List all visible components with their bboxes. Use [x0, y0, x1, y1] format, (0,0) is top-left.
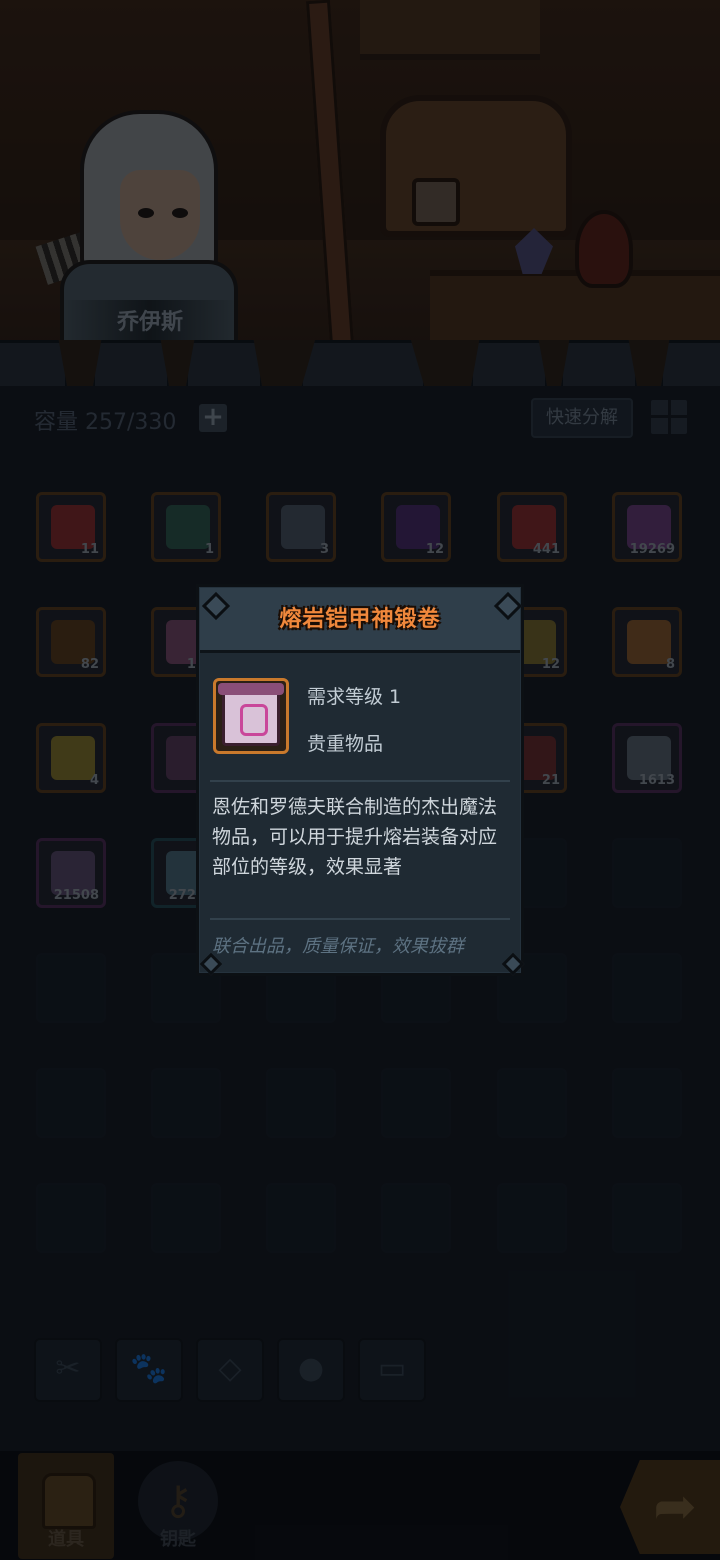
item-count: 8 — [665, 657, 675, 672]
inventory-slot[interactable]: 3 — [266, 492, 336, 562]
category-chest-icon[interactable]: ▭ — [358, 1338, 426, 1402]
empty-slot[interactable] — [266, 1068, 336, 1138]
empty-slot[interactable] — [266, 1183, 336, 1253]
empty-slot[interactable] — [612, 1183, 682, 1253]
go-arrow-button[interactable]: ➦ — [620, 1460, 720, 1554]
empty-slot[interactable] — [612, 953, 682, 1023]
empty-slot[interactable] — [612, 1068, 682, 1138]
item-count: 12 — [541, 657, 560, 672]
fence-post — [660, 340, 720, 392]
fence-post — [470, 340, 548, 392]
category-pet-icon[interactable]: 🐾 — [115, 1338, 183, 1402]
expand-capacity-button[interactable]: + — [199, 404, 227, 432]
empty-slot[interactable] — [36, 1183, 106, 1253]
chest-lock-decoration — [412, 178, 460, 226]
potion-decoration — [575, 210, 633, 288]
scroll-roll — [218, 683, 284, 695]
empty-slot[interactable] — [381, 1068, 451, 1138]
tab-items[interactable]: 道具 — [18, 1453, 114, 1559]
item-description: 恩佐和罗德夫联合制造的杰出魔法物品，可以用于提升熔岩装备对应部位的等级，效果显著 — [212, 796, 498, 878]
item-count: 12 — [425, 542, 444, 557]
grid-view-icon[interactable] — [651, 400, 687, 434]
character-face — [120, 170, 200, 260]
inventory-slot[interactable]: 1 — [151, 492, 221, 562]
inventory-slot[interactable]: 1613 — [612, 723, 682, 793]
inventory-slot[interactable]: 11 — [36, 492, 106, 562]
item-flavor-text: 联合出品，质量保证，效果拔群 — [212, 936, 464, 957]
item-count: 1 — [204, 542, 214, 557]
character-name: 乔伊斯 — [116, 310, 183, 335]
empty-slot[interactable] — [612, 838, 682, 908]
empty-slot[interactable] — [151, 1183, 221, 1253]
quick-decompose-button[interactable]: 快速分解 — [531, 398, 633, 438]
item-count: 1613 — [638, 773, 675, 788]
inventory-slot[interactable]: 4 — [36, 723, 106, 793]
shelf — [360, 0, 540, 60]
category-equipment-icon[interactable]: ✂ — [34, 1338, 102, 1402]
fence-post — [0, 340, 68, 392]
empty-slot[interactable] — [497, 1068, 567, 1138]
rune-mark — [240, 704, 268, 736]
green-chest-icon — [166, 505, 210, 549]
item-rarity: 贵重物品 — [307, 733, 384, 755]
item-count: 21508 — [53, 888, 99, 903]
cheese-icon — [51, 736, 95, 780]
fence-post — [560, 340, 638, 392]
backpack-icon — [42, 1473, 96, 1529]
item-count: 4 — [89, 773, 99, 788]
empty-slot[interactable] — [36, 953, 106, 1023]
divider — [210, 780, 510, 782]
tooltip-title: 熔岩铠甲神锻卷 — [279, 607, 441, 632]
character-eye — [172, 208, 188, 218]
tab-keys-label: 钥匙 — [160, 1529, 196, 1550]
item-count: 3 — [319, 542, 329, 557]
inventory-slot[interactable]: 441 — [497, 492, 567, 562]
empty-slot[interactable] — [151, 1068, 221, 1138]
fence-post — [185, 340, 263, 392]
empty-slot[interactable] — [36, 1068, 106, 1138]
item-count: 11 — [80, 542, 99, 557]
item-count: 82 — [80, 657, 99, 672]
capacity-label: 容量 257/330 — [34, 410, 177, 435]
tab-keys[interactable]: ⚷ 钥匙 — [130, 1453, 226, 1559]
required-level: 需求等级 1 — [307, 686, 402, 708]
inventory-slot[interactable]: 82 — [36, 607, 106, 677]
inventory-slot[interactable]: 21508 — [36, 838, 106, 908]
empty-slot[interactable] — [497, 1183, 567, 1253]
fence-post — [300, 340, 426, 392]
silver-chest-icon — [281, 505, 325, 549]
inventory-slot[interactable]: 19269 — [612, 492, 682, 562]
fence-post — [92, 340, 170, 392]
orange-crystal-icon — [627, 620, 671, 664]
tab-items-label: 道具 — [48, 1529, 84, 1550]
divider — [210, 918, 510, 920]
category-gem-icon[interactable]: ◇ — [196, 1338, 264, 1402]
empty-slot[interactable] — [381, 1183, 451, 1253]
character-eye — [138, 208, 154, 218]
category-material-icon[interactable]: ● — [277, 1338, 345, 1402]
item-count: 441 — [532, 542, 560, 557]
item-count: 19269 — [629, 542, 675, 557]
treasure-chest-decoration — [380, 95, 572, 237]
inventory-slot[interactable]: 8 — [612, 607, 682, 677]
item-count: 21 — [541, 773, 560, 788]
inventory-slot[interactable]: 12 — [381, 492, 451, 562]
